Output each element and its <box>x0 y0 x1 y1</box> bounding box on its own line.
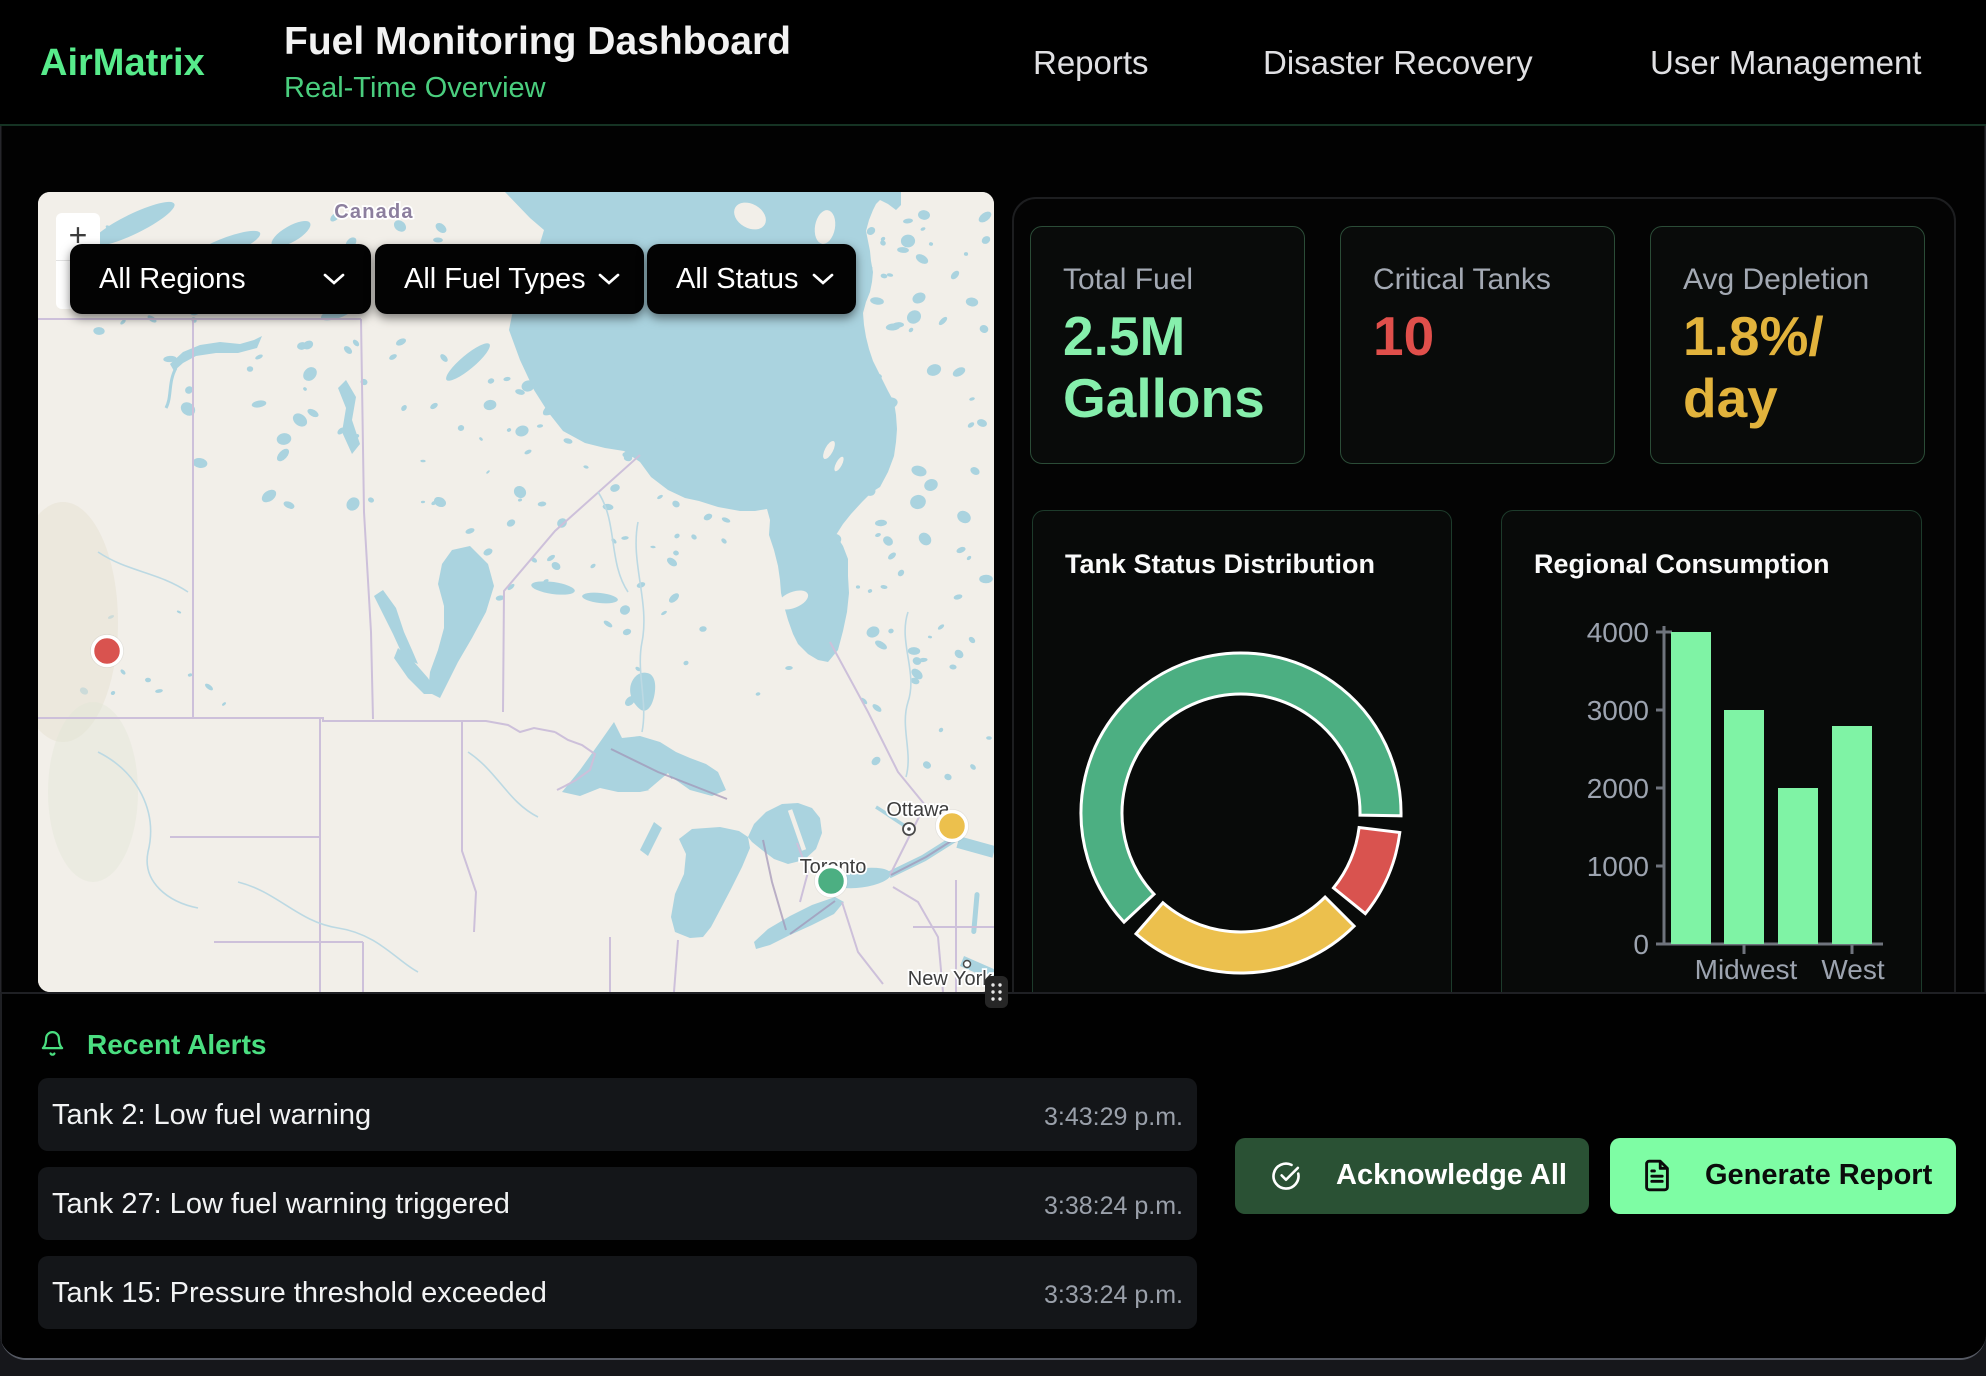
svg-text:West: West <box>1821 954 1884 985</box>
svg-text:1000: 1000 <box>1587 851 1649 882</box>
svg-text:4000: 4000 <box>1587 617 1649 648</box>
svg-text:Canada: Canada <box>334 201 413 223</box>
svg-text:3000: 3000 <box>1587 695 1649 726</box>
svg-text:Midwest: Midwest <box>1695 954 1798 985</box>
svg-text:New York: New York <box>908 968 993 990</box>
svg-text:2000: 2000 <box>1587 773 1649 804</box>
svg-text:0: 0 <box>1633 929 1649 960</box>
